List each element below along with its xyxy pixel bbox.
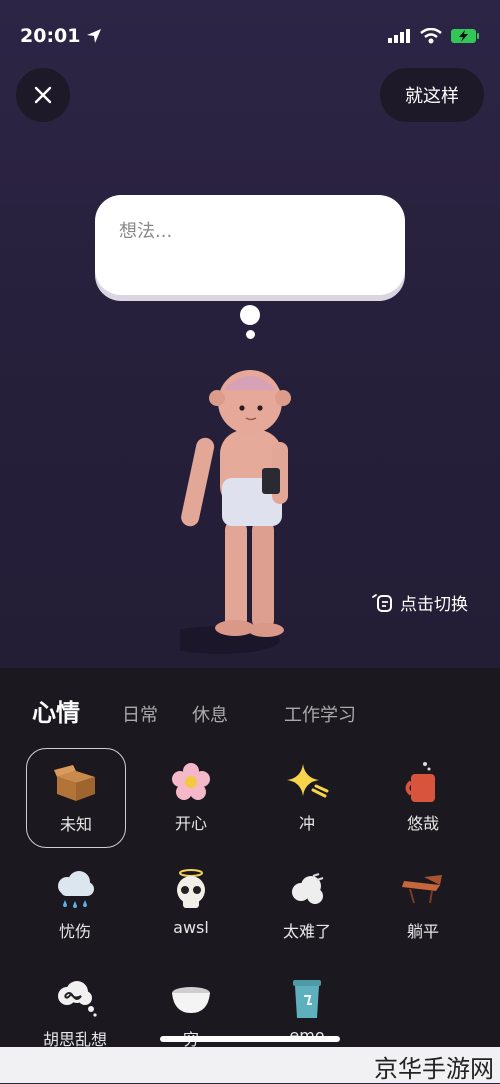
battery-charging-icon <box>451 29 479 43</box>
mood-item-rush[interactable]: 冲 <box>258 748 356 846</box>
thought-dot-large <box>240 305 260 325</box>
mood-item-happy[interactable]: 开心 <box>142 748 240 846</box>
switch-label: 点击切换 <box>400 595 468 615</box>
category-tabs: 心情 日常 休息 工作学习 <box>32 693 356 728</box>
trash-bin-icon <box>293 980 321 1018</box>
mood-label: awsl <box>173 918 209 937</box>
scribble-cloud-icon <box>58 981 97 1017</box>
skull-icon <box>177 869 205 908</box>
watermark-bar: 京华手游网 <box>0 1047 500 1083</box>
status-time: 20:01 <box>20 25 81 47</box>
thought-input[interactable]: 想法... <box>95 195 405 295</box>
flower-icon <box>172 763 210 800</box>
puff-icon <box>292 873 324 904</box>
thought-dot-small <box>246 330 255 339</box>
mood-item-leisurely[interactable]: 悠哉 <box>374 748 472 846</box>
sparkle-icon <box>287 764 329 798</box>
tab-mood[interactable]: 心情 <box>32 693 80 728</box>
cellular-signal-icon <box>388 29 410 43</box>
empty-bowl-icon <box>172 987 210 1013</box>
wifi-icon <box>420 28 442 44</box>
clock: 20:01 <box>20 25 102 47</box>
mood-label: 开心 <box>174 814 207 833</box>
tab-work-study[interactable]: 工作学习 <box>284 701 356 727</box>
avatar-figure[interactable] <box>180 360 320 660</box>
mood-item-awsl[interactable]: awsl <box>142 856 240 954</box>
thought-placeholder: 想法... <box>119 221 173 242</box>
close-icon <box>34 86 52 104</box>
mood-panel: 心情 日常 休息 工作学习 未知 开心 冲 悠哉 忧伤 awsl 太难了 躺平 … <box>0 668 500 1083</box>
mood-label: 躺平 <box>406 922 439 941</box>
mood-item-too-hard[interactable]: 太难了 <box>258 856 356 954</box>
done-button[interactable]: 就这样 <box>380 68 484 122</box>
mug-icon <box>405 762 435 802</box>
chair-icon <box>402 875 442 904</box>
mood-item-unknown[interactable]: 未知 <box>26 748 126 848</box>
mood-label: 太难了 <box>282 922 331 941</box>
tap-icon <box>372 593 392 612</box>
mood-label: 忧伤 <box>58 922 91 941</box>
mood-label: 未知 <box>59 815 92 834</box>
mood-label: 悠哉 <box>406 814 439 833</box>
switch-hint[interactable]: 点击切换 <box>370 590 468 615</box>
mood-item-sad[interactable]: 忧伤 <box>26 856 124 954</box>
watermark-text: 京华手游网 <box>374 1055 494 1083</box>
mood-item-lie-flat[interactable]: 躺平 <box>374 856 472 954</box>
rain-cloud-icon <box>58 871 94 908</box>
location-arrow-icon <box>87 29 102 43</box>
mood-label: 冲 <box>298 814 315 833</box>
tab-daily[interactable]: 日常 <box>122 701 158 727</box>
close-button[interactable] <box>16 68 70 122</box>
tab-rest[interactable]: 休息 <box>192 701 228 727</box>
box-icon <box>54 765 95 801</box>
home-indicator[interactable] <box>160 1036 340 1042</box>
status-bar: 20:01 <box>20 22 480 50</box>
